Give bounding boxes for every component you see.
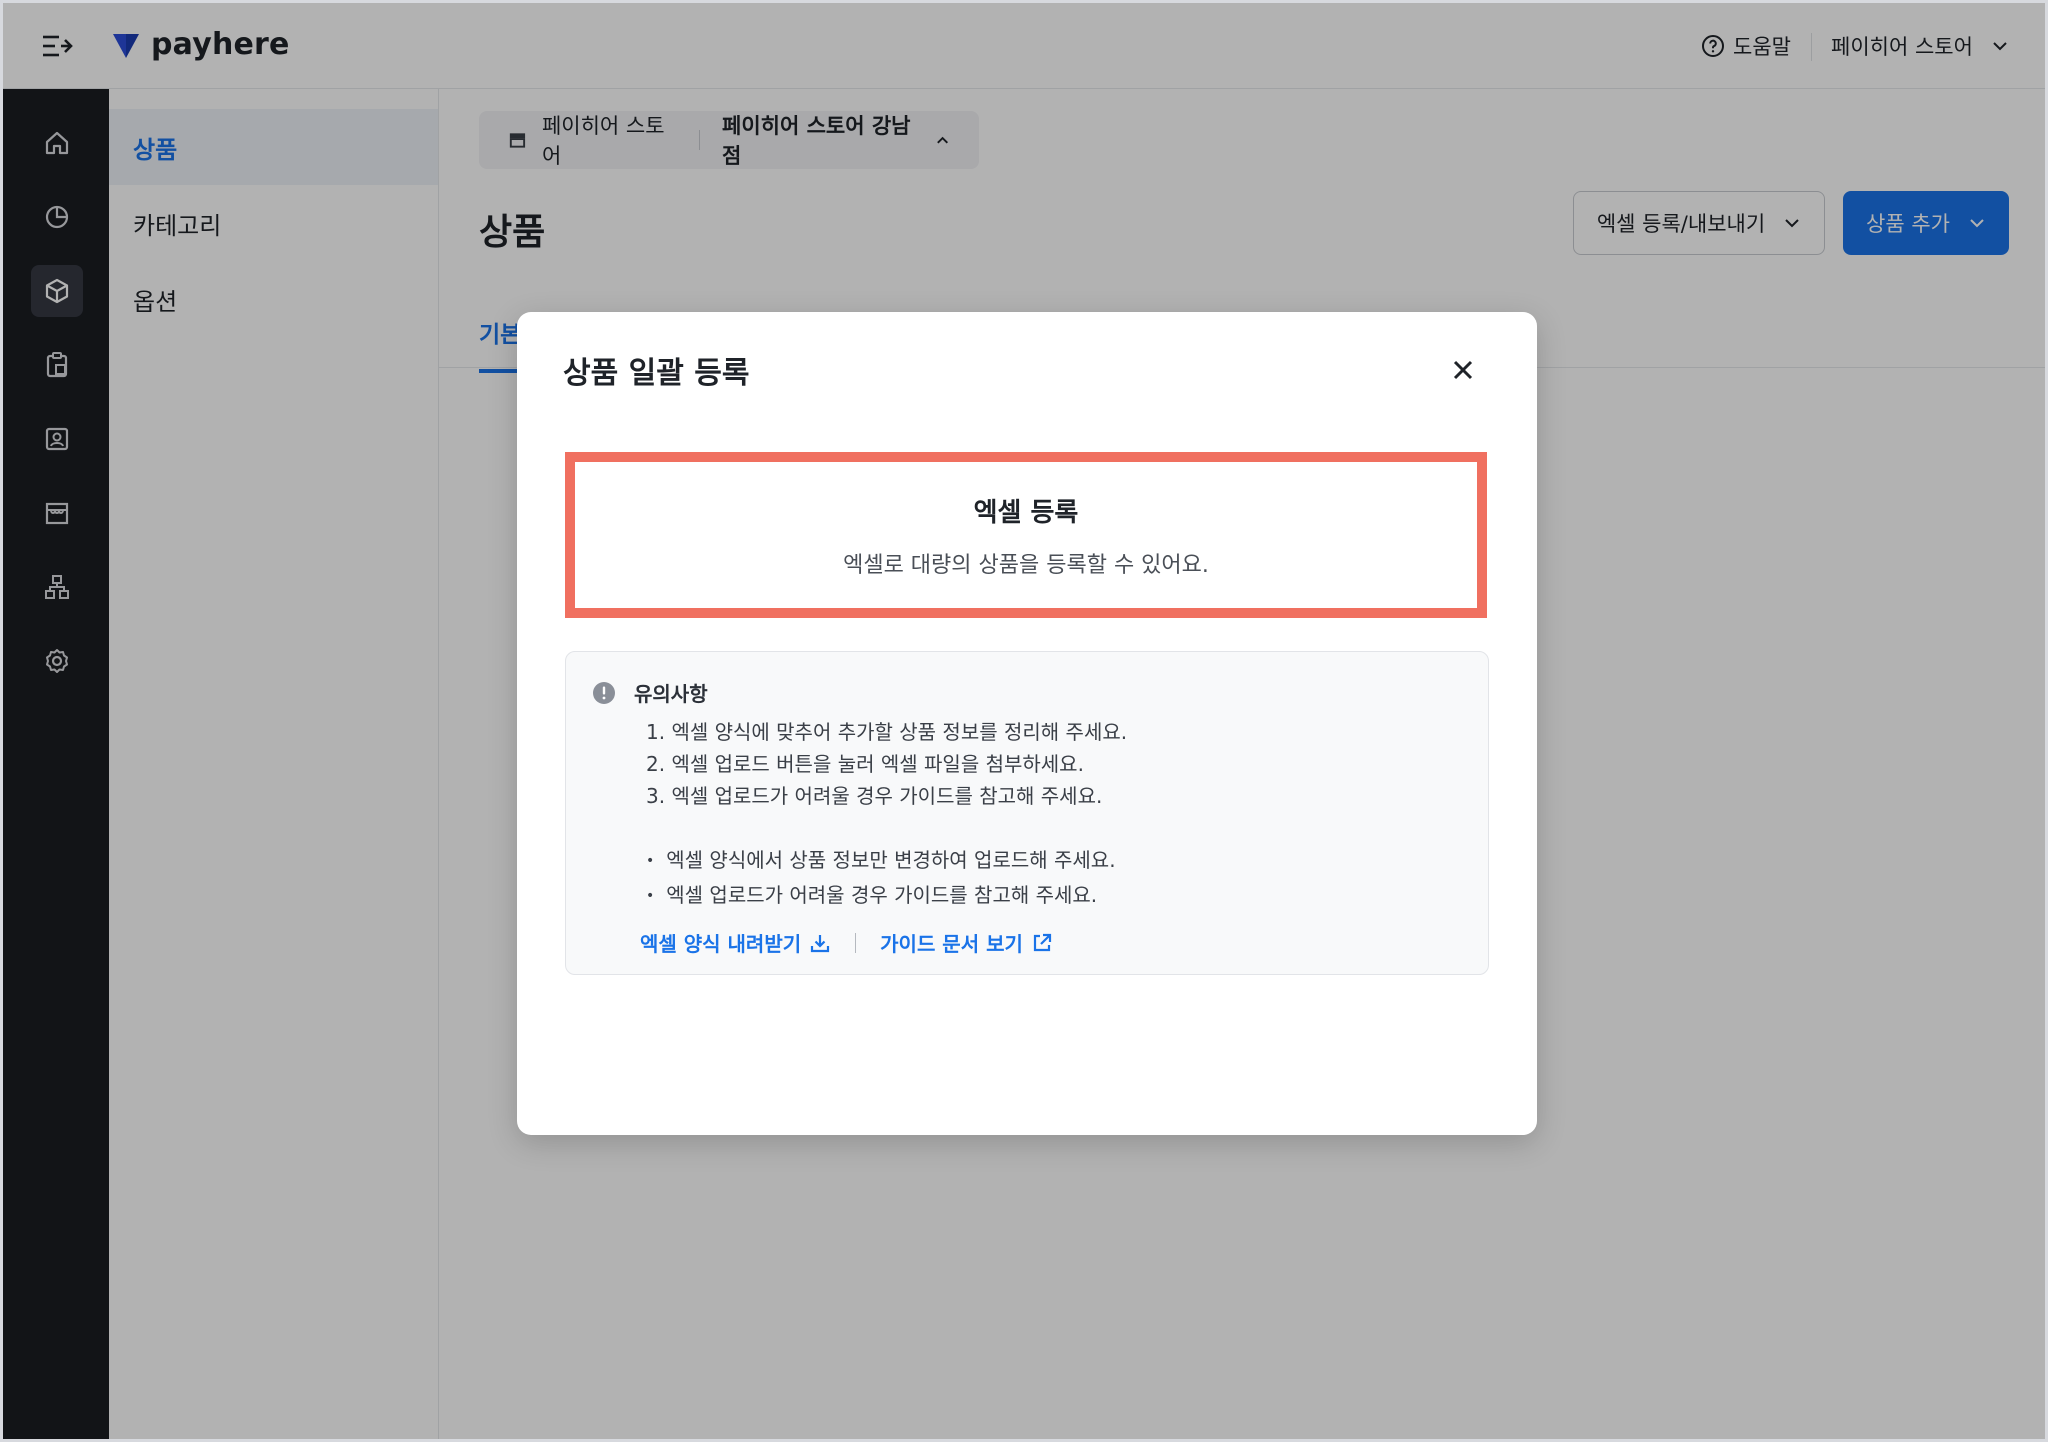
- excel-register-description: 엑셀로 대량의 상품을 등록할 수 있어요.: [843, 552, 1209, 578]
- view-guide-label: 가이드 문서 보기: [880, 932, 1023, 956]
- notice-bullet: 엑셀 업로드가 어려울 경우 가이드를 참고해 주세요.: [646, 879, 1116, 914]
- notice-steps: 1. 엑셀 양식에 맞추어 추가할 상품 정보를 정리해 주세요. 2. 엑셀 …: [646, 716, 1127, 812]
- view-guide-link[interactable]: 가이드 문서 보기: [880, 928, 1053, 957]
- notice-step: 2. 엑셀 업로드 버튼을 눌러 엑셀 파일을 첨부하세요.: [646, 752, 1084, 776]
- notice-bullets: 엑셀 양식에서 상품 정보만 변경하여 업로드해 주세요. 엑셀 업로드가 어려…: [646, 844, 1116, 914]
- bulk-register-modal: 상품 일괄 등록 엑셀 등록 엑셀로 대량의 상품을 등록할 수 있어요. 유의…: [517, 312, 1537, 1135]
- download-template-link[interactable]: 엑셀 양식 내려받기: [640, 928, 831, 957]
- notice-step: 3. 엑셀 업로드가 어려울 경우 가이드를 참고해 주세요.: [646, 784, 1103, 808]
- modal-title: 상품 일괄 등록: [563, 356, 750, 391]
- close-icon[interactable]: [1445, 352, 1481, 388]
- notice-box: 유의사항 1. 엑셀 양식에 맞추어 추가할 상품 정보를 정리해 주세요. 2…: [565, 651, 1489, 975]
- notice-links: 엑셀 양식 내려받기 가이드 문서 보기: [640, 928, 1053, 957]
- excel-register-option[interactable]: 엑셀 등록 엑셀로 대량의 상품을 등록할 수 있어요.: [565, 452, 1487, 618]
- external-link-icon: [1033, 933, 1051, 951]
- app-window: payhere 도움말 페이히어 스토어 상품 카테고리 옵션 페이히어 스토어…: [0, 0, 2048, 1442]
- download-template-label: 엑셀 양식 내려받기: [640, 932, 802, 956]
- notice-step: 1. 엑셀 양식에 맞추어 추가할 상품 정보를 정리해 주세요.: [646, 720, 1128, 744]
- notice-header: 유의사항: [592, 678, 708, 707]
- exclamation-circle-icon: [593, 681, 615, 704]
- excel-register-title: 엑셀 등록: [973, 497, 1079, 528]
- download-icon: [811, 934, 830, 952]
- notice-title: 유의사항: [634, 682, 708, 706]
- notice-bullet: 엑셀 양식에서 상품 정보만 변경하여 업로드해 주세요.: [646, 844, 1115, 879]
- links-divider: [855, 932, 857, 953]
